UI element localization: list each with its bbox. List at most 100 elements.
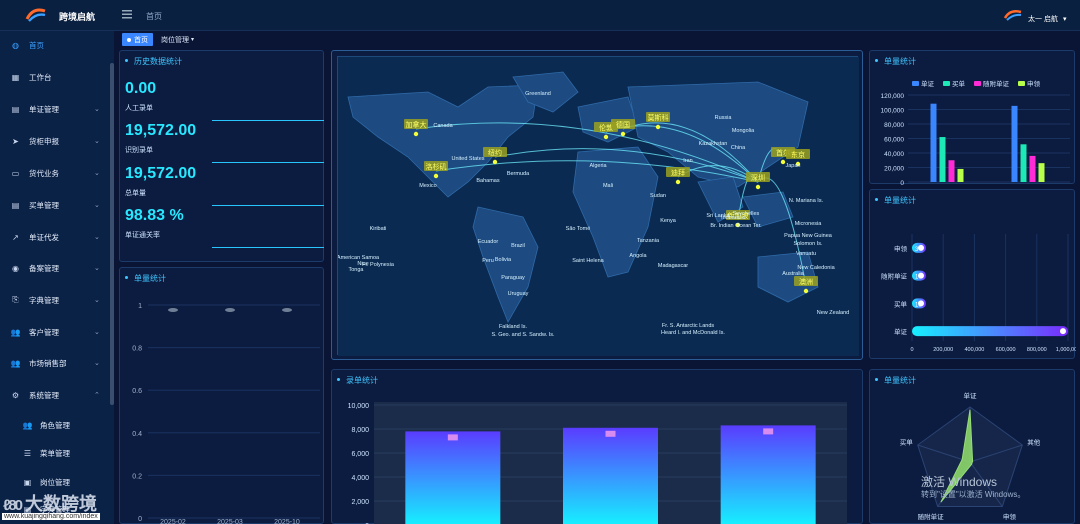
map-country-label: Br. Indian Ocean Ter. (710, 223, 762, 229)
app-logo-icon (25, 8, 46, 22)
map-city-point (492, 159, 498, 165)
map-country-label: Tanzania (637, 238, 660, 244)
sidebar-item-label: 工作台 (29, 72, 52, 82)
history-divider (212, 205, 324, 206)
map-city-point (655, 124, 661, 130)
map-city-label: 纽约 (488, 148, 502, 157)
order-count-line-panel: 单量统计 1 0.8 0.6 0.4 0.2 0 2025-02 2025-03 2025-10 (119, 267, 324, 524)
order-count-radar-panel: 单量统计 单证 其他 申领 随附单证 买单 (869, 369, 1075, 524)
line-ytick-label: 0 (138, 516, 142, 523)
rm-data-label: 15 (915, 302, 922, 308)
rm-xtick-label: 400,000 (964, 347, 984, 353)
chevron-down-icon: ⌄ (94, 265, 100, 272)
rt-ytick-label: 80,000 (884, 122, 904, 129)
map-country-label: Mongolia (732, 128, 755, 134)
map-country-label: Canada (433, 123, 453, 129)
sidebar-item-label: 单证代发 (29, 232, 59, 242)
map-country-label: Paraguay (501, 275, 525, 281)
map-city-label: 迪拜 (671, 168, 685, 177)
breadcrumb[interactable]: 首页 (146, 11, 162, 22)
sidebar-item-label: 字典管理 (29, 295, 59, 305)
map-country-label: Algeria (589, 163, 607, 169)
sidebar-item-label: 系统管理 (29, 390, 59, 400)
entry-stats-panel: 录单统计 02,0004,0006,0008,00010,000 (331, 369, 863, 524)
sidebar-item-label: 岗位管理 (40, 477, 70, 487)
map-city-point (603, 134, 609, 140)
map-country-label: Kiribati (370, 226, 387, 232)
sidebar-item-label: 货柜申报 (29, 136, 59, 146)
rt-legend-swatch (1018, 81, 1025, 86)
rm-ytick-label: 买单 (894, 299, 908, 308)
users-icon: 👥 (10, 358, 21, 368)
user-avatar-icon[interactable] (1004, 8, 1022, 22)
map-city-label: 伦敦 (599, 123, 613, 132)
map-country-label: Sri Lanka (706, 213, 730, 219)
rt-bar (957, 168, 964, 182)
map-country-label: China (731, 145, 746, 151)
history-label-1: 识别录单 (125, 147, 153, 154)
brand-watermark-logo-icon: ℓ80 (3, 497, 23, 514)
rt-bar (1038, 163, 1045, 182)
sidebar-item-2[interactable]: ▤ 单证管理 ⌄ (0, 100, 110, 118)
rt-legend-swatch (943, 81, 950, 86)
sidebar-item-label: 首页 (29, 40, 44, 50)
order-count-hbar-panel: 单量统计 0 200,000 400,000 600,000 800,000 1,000,… (869, 189, 1076, 359)
tab-home[interactable]: 首页 (122, 33, 153, 46)
rt-legend-label: 申领 (1027, 79, 1041, 88)
rt-ytick-label: 60,000 (884, 137, 904, 144)
sidebar-item-13[interactable]: ☰ 菜单管理 (0, 444, 110, 462)
entry-bar (405, 431, 501, 524)
sidebar-item-5[interactable]: ▤ 买单管理 ⌄ (0, 196, 110, 214)
rm-ytick-label: 申领 (894, 244, 908, 253)
entry-bar-marker (763, 428, 774, 435)
rm-bar-end-point (918, 244, 924, 251)
sidebar-item-12[interactable]: 👥 角色管理 (0, 416, 110, 434)
caret-down-icon[interactable]: ▾ (1063, 15, 1067, 23)
map-country-label: Kenya (660, 218, 677, 224)
user-name[interactable]: 太一 启航 (1028, 14, 1058, 24)
map-country-label: Japan (786, 163, 801, 169)
sidebar-item-6[interactable]: ↗ 单证代发 ⌄ (0, 228, 110, 246)
sidebar-item-label: 单证管理 (29, 104, 59, 114)
history-value-2: 19,572.00 (125, 165, 197, 182)
map-country-label: New Zealand (817, 310, 849, 316)
rt-ytick-label: 0 (900, 180, 904, 185)
sidebar-item-7[interactable]: ◉ 备案管理 ⌄ (0, 259, 110, 277)
dashboard-icon: ◍ (12, 40, 19, 50)
gear-icon: ⚙ (11, 390, 20, 400)
grid-icon: ▦ (11, 72, 20, 82)
map-country-label: Ecuador (478, 239, 499, 245)
sidebar-item-10[interactable]: 👥 市场销售部 ⌄ (0, 354, 110, 372)
entry-bar-marker (447, 434, 458, 441)
rm-bar-end-point (1060, 328, 1066, 335)
sidebar-item-4[interactable]: ▭ 货代业务 ⌄ (0, 164, 110, 182)
chevron-down-icon: ⌄ (94, 138, 100, 145)
sidebar-scrollbar[interactable] (110, 63, 114, 405)
history-label-0: 人工录单 (125, 105, 153, 112)
send-icon: ➤ (12, 136, 19, 146)
map-city-label: 澳洲 (799, 277, 813, 286)
sidebar-item-3[interactable]: ➤ 货柜申报 ⌄ (0, 132, 110, 150)
sidebar-item-14[interactable]: ▣ 岗位管理 (0, 473, 110, 491)
menu-toggle-icon[interactable] (122, 9, 132, 19)
sidebar-item-label: 买单管理 (29, 200, 59, 210)
radar-indicator-label: 随附单证 (918, 512, 945, 521)
line-xtick-label: 2025-10 (274, 519, 300, 524)
entry-ytick-label: 6,000 (351, 451, 369, 458)
sidebar-item-9[interactable]: 👥 客户管理 ⌄ (0, 323, 110, 341)
tab-post-management[interactable]: 岗位管理 ▾ (156, 33, 199, 46)
rt-bar (939, 137, 946, 182)
sidebar-item-1[interactable]: ▦ 工作台 (0, 68, 110, 86)
rm-data-label: 10 (915, 275, 922, 281)
sidebar-item-0[interactable]: ◍ 首页 (0, 36, 110, 54)
sidebar-item-label: 货代业务 (29, 168, 59, 178)
world-map[interactable]: 加拿大 纽约 洛杉矶 伦敦 德国 莫斯科 首尔 东京 深圳 新加坡 澳洲 迪拜 Greenland Rus… (337, 56, 859, 356)
history-divider (212, 120, 324, 121)
sidebar-item-11[interactable]: ⚙ 系统管理 ⌃ (0, 386, 110, 404)
map-country-label: Heard I. and McDonald Is. (661, 330, 725, 336)
map-country-label: Solomon Is. (793, 241, 823, 247)
map-city-label: 德国 (616, 120, 630, 129)
map-city-point (675, 179, 681, 185)
entry-bar (720, 425, 816, 524)
sidebar-item-8[interactable]: ⎘ 字典管理 ⌄ (0, 291, 110, 309)
